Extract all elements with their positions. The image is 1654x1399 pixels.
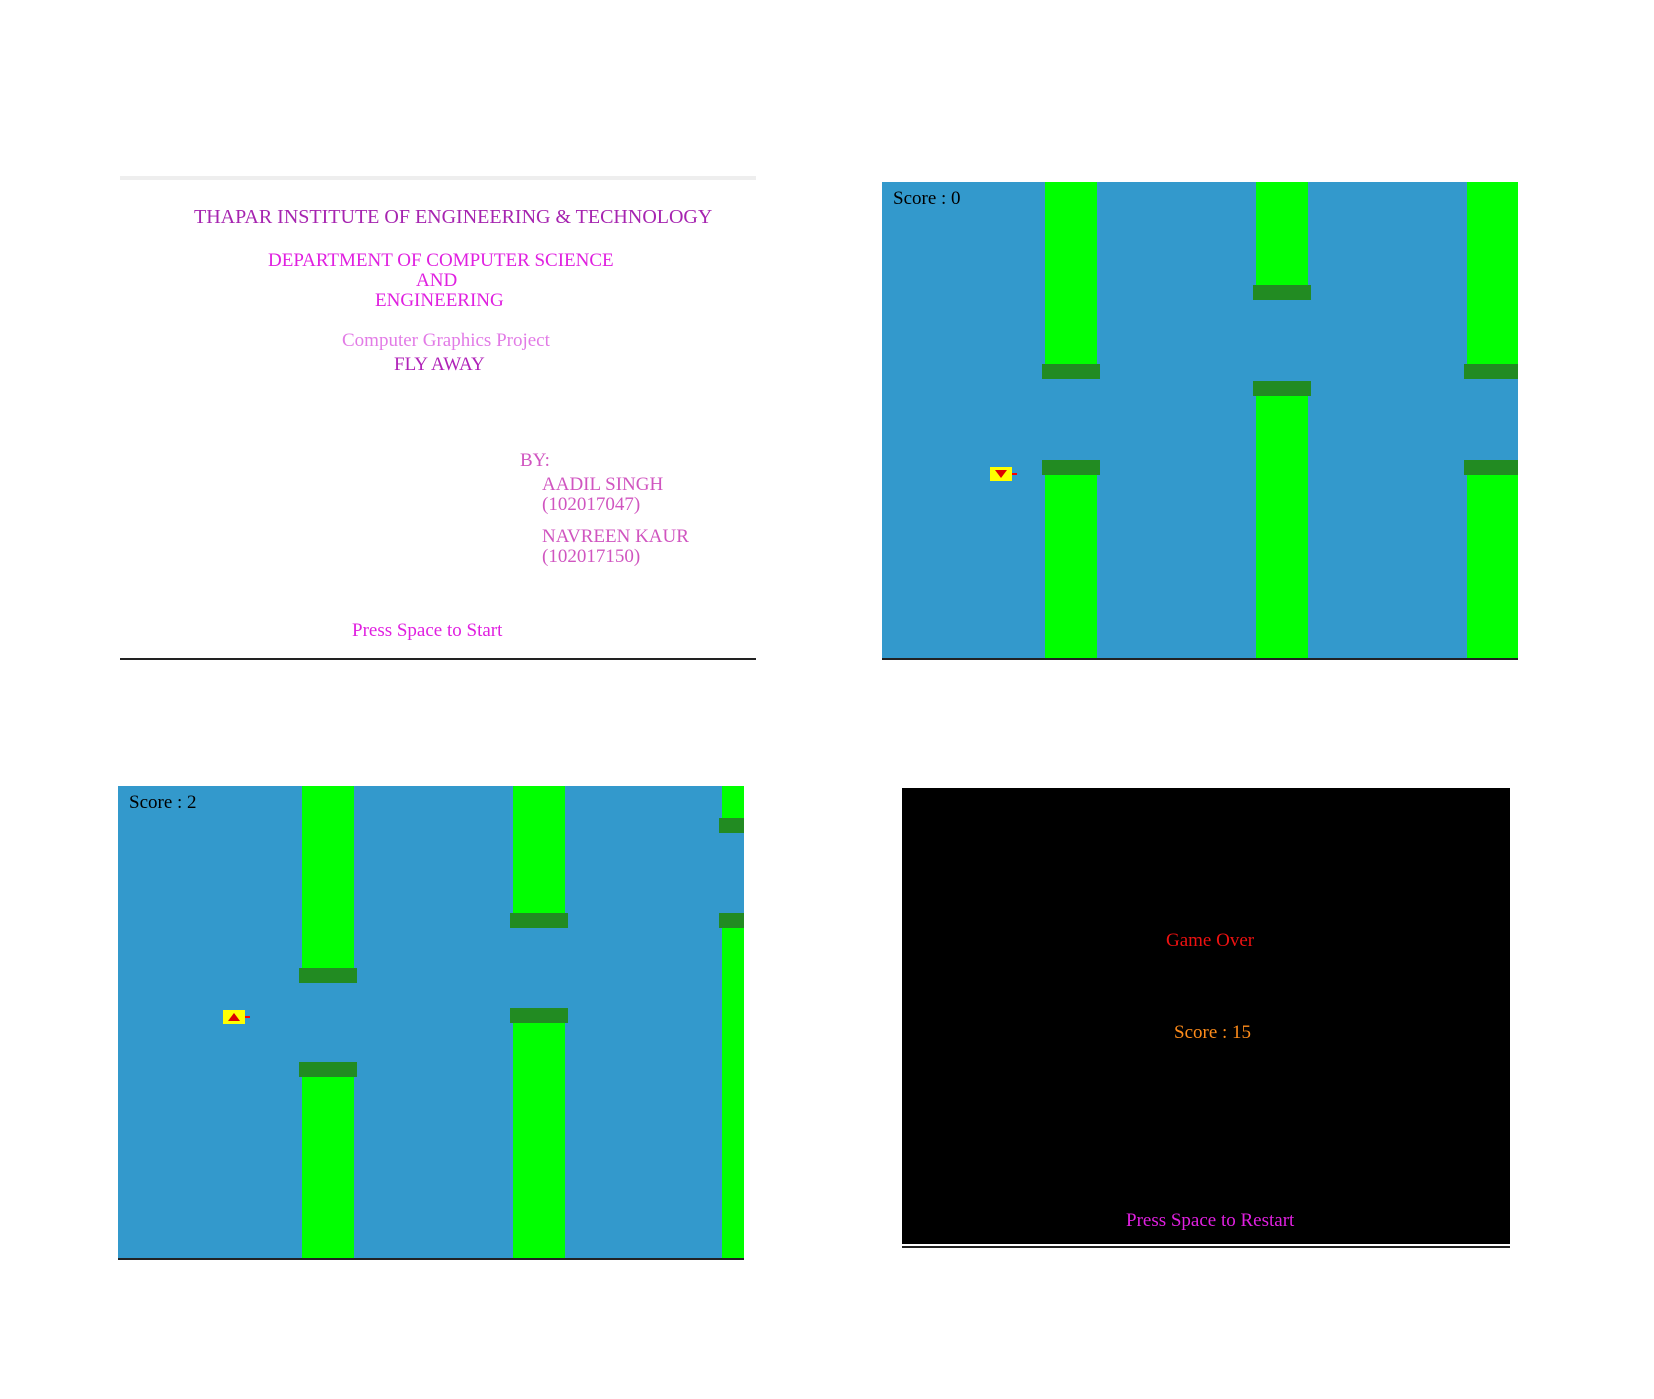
author-2-id: (102017150) [542,546,641,567]
title-screen-bottom-border [120,658,756,660]
department-line-3: ENGINEERING [375,290,504,311]
bird-beak [245,1016,250,1018]
pipe-cap [299,968,357,983]
final-score: Score : 15 [1174,1022,1252,1043]
game-screen-2-bottom-border [118,1258,744,1260]
title-screen-panel: THAPAR INSTITUTE OF ENGINEERING & TECHNO… [120,176,756,658]
game-screen-2[interactable]: Score : 2 [118,786,744,1258]
pipe-bottom [513,1023,565,1258]
pipe-top [722,786,744,818]
game-over-screen[interactable]: Game Over Score : 15 Press Space to Rest… [902,788,1510,1244]
pipe-top [1045,182,1097,364]
author-1-id: (102017047) [542,494,641,515]
score-display: Score : 0 [893,188,961,209]
pipe-top [302,786,354,968]
pipe-top [1256,182,1308,285]
pipe-cap [510,1008,568,1023]
project-name: FLY AWAY [394,354,485,375]
pipe-cap [1464,364,1518,379]
score-display: Score : 2 [129,792,197,813]
pipe-cap [719,818,744,833]
bird-beak [1012,473,1017,475]
pipe-cap [299,1062,357,1077]
author-1-name: AADIL SINGH [542,474,664,495]
department-line-2: AND [416,270,458,291]
author-2-name: NAVREEN KAUR [542,526,689,547]
project-type: Computer Graphics Project [342,330,550,351]
by-label: BY: [520,450,550,471]
pipe-cap [1253,285,1311,300]
institute-name: THAPAR INSTITUTE OF ENGINEERING & TECHNO… [194,206,713,228]
pipe-bottom [302,1077,354,1258]
bird-icon [223,1010,250,1024]
pipe-bottom [1467,475,1518,658]
pipe-cap [1042,364,1100,379]
start-prompt[interactable]: Press Space to Start [352,620,502,642]
pipe-bottom [1256,396,1308,658]
bird-arrow-down-icon [995,470,1007,478]
pipe-cap [1464,460,1518,475]
pipe-cap [719,913,744,928]
pipe-cap [1042,460,1100,475]
pipe-bottom [722,928,744,1258]
department-line-1: DEPARTMENT OF COMPUTER SCIENCE [268,250,614,271]
bird-arrow-up-icon [228,1013,240,1021]
game-screen-1-bottom-border [882,658,1518,660]
game-screen-1[interactable]: Score : 0 [882,182,1518,658]
pipe-top [513,786,565,913]
bird-icon [990,467,1017,481]
pipe-cap [1253,381,1311,396]
restart-prompt[interactable]: Press Space to Restart [1126,1210,1294,1232]
pipe-top [1467,182,1518,364]
pipe-cap [510,913,568,928]
pipe-bottom [1045,475,1097,658]
game-over-title: Game Over [1166,930,1255,951]
game-over-bottom-border [902,1246,1510,1248]
